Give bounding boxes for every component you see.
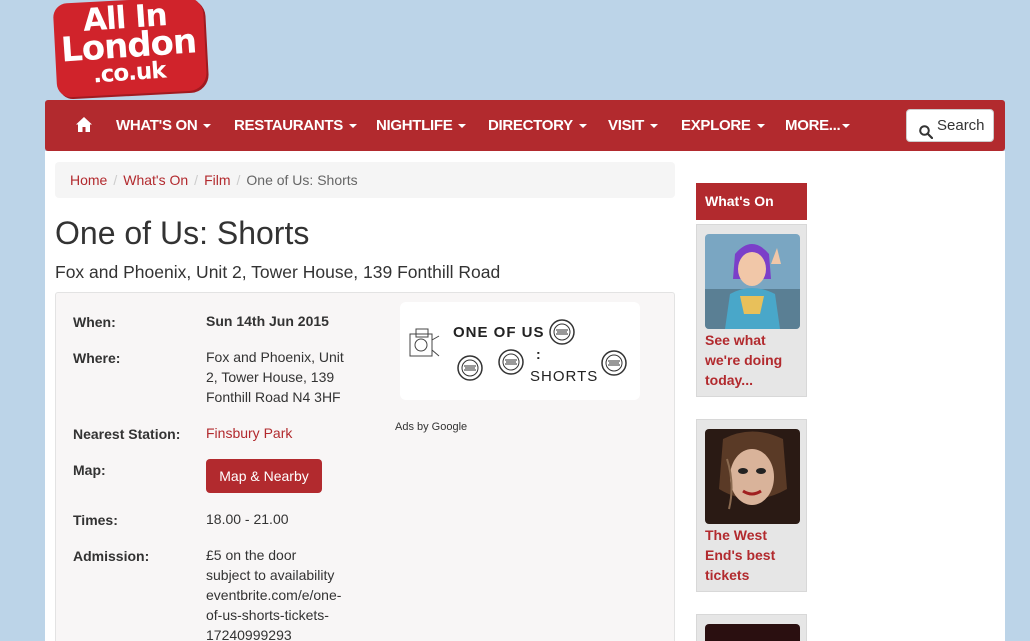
when-label: When: — [73, 314, 116, 330]
reel-icon — [601, 350, 627, 376]
reel-icon — [498, 349, 524, 375]
main-container: Home / What's On / Film / One of Us: Shorts On… — [45, 151, 1005, 641]
sidebar-card[interactable] — [696, 614, 807, 641]
nav-visit-label: VISIT — [608, 117, 645, 134]
nav-whats-on[interactable]: WHAT'S ON — [116, 100, 212, 151]
sidebar-card-caption[interactable]: See what we're doing today... — [705, 330, 800, 390]
search-button-label: Search — [937, 117, 985, 134]
breadcrumb: Home / What's On / Film / One of Us: Shorts — [55, 162, 675, 198]
main-navbar: WHAT'S ON RESTAURANTS NIGHTLIFE DIRECTOR… — [45, 100, 1005, 151]
sidebar-card-photo — [705, 624, 800, 641]
nav-restaurants-label: RESTAURANTS — [234, 117, 343, 134]
admission-line: of-us-shorts-tickets- — [206, 607, 329, 623]
breadcrumb-separator: / — [236, 172, 241, 188]
where-label: Where: — [73, 350, 121, 366]
map-nearby-button[interactable]: Map & Nearby — [206, 459, 322, 493]
sidebar-card[interactable]: The West End's best tickets — [696, 419, 807, 592]
admission-label: Admission: — [73, 548, 150, 564]
search-icon — [919, 119, 934, 140]
when-value: Sun 14th Jun 2015 — [206, 313, 329, 329]
camera-sketch-icon — [409, 328, 440, 357]
caret-down-icon — [348, 124, 357, 129]
sidebar-card-caption[interactable]: The West End's best tickets — [705, 525, 800, 585]
caret-down-icon — [650, 124, 659, 129]
image-text-shorts: SHORTS — [530, 368, 599, 385]
site-logo[interactable]: All In London .co.uk — [52, 0, 208, 98]
reel-icon — [457, 355, 483, 381]
admission-line: 17240999293 — [206, 627, 292, 641]
search-button[interactable]: Search — [906, 109, 994, 142]
admission-value: £5 on the door subject to availability e… — [206, 545, 366, 641]
nav-whats-on-label: WHAT'S ON — [116, 117, 198, 134]
nav-more-label: MORE... — [785, 117, 841, 134]
caret-down-icon — [756, 124, 765, 129]
station-link[interactable]: Finsbury Park — [206, 425, 292, 441]
cosplay-photo — [705, 234, 800, 329]
nav-nightlife-label: NIGHTLIFE — [376, 117, 453, 134]
logo-text-domain: .co.uk — [92, 57, 167, 89]
page-title: One of Us: Shorts — [55, 215, 310, 251]
breadcrumb-separator: / — [194, 172, 199, 188]
ads-by-google[interactable]: Ads by Google — [395, 421, 467, 433]
caret-down-icon — [578, 124, 587, 129]
breadcrumb-current: One of Us: Shorts — [246, 172, 358, 188]
times-value: 18.00 - 21.00 — [206, 511, 289, 527]
nav-directory[interactable]: DIRECTORY — [488, 100, 587, 151]
station-label: Nearest Station: — [73, 426, 181, 442]
caret-down-icon — [458, 124, 467, 129]
admission-line: eventbrite.com/e/one- — [206, 587, 342, 603]
nav-nightlife[interactable]: NIGHTLIFE — [376, 100, 467, 151]
where-value: Fox and Phoenix, Unit 2, Tower House, 13… — [206, 349, 344, 405]
caret-down-icon — [842, 124, 851, 129]
caret-down-icon — [203, 124, 212, 129]
event-details-panel: When: Sun 14th Jun 2015 Where: Fox and P… — [55, 292, 675, 641]
breadcrumb-whats-on[interactable]: What's On — [123, 172, 188, 188]
image-text-colon: : — [536, 346, 541, 362]
breadcrumb-separator: / — [113, 172, 118, 188]
times-label: Times: — [73, 512, 118, 528]
admission-line: £5 on the door — [206, 547, 297, 563]
reel-icon — [549, 319, 575, 345]
nav-explore[interactable]: EXPLORE — [681, 100, 765, 151]
nav-restaurants[interactable]: RESTAURANTS — [234, 100, 357, 151]
image-text-one-of-us: ONE OF US — [453, 324, 545, 341]
admission-line: subject to availability — [206, 567, 335, 583]
show-poster-photo — [705, 429, 800, 524]
breadcrumb-film[interactable]: Film — [204, 172, 230, 188]
breadcrumb-home[interactable]: Home — [70, 172, 107, 188]
nav-more[interactable]: MORE... — [785, 100, 851, 151]
home-icon[interactable] — [75, 116, 95, 136]
nav-visit[interactable]: VISIT — [608, 100, 659, 151]
map-label: Map: — [73, 462, 106, 478]
sidebar-card[interactable]: See what we're doing today... — [696, 224, 807, 397]
nav-explore-label: EXPLORE — [681, 117, 751, 134]
venue-subtitle: Fox and Phoenix, Unit 2, Tower House, 13… — [55, 262, 501, 282]
station-value: Finsbury Park — [206, 423, 356, 443]
event-image: ONE OF US : SHORTS — [400, 302, 640, 400]
nav-directory-label: DIRECTORY — [488, 117, 573, 134]
sidebar-heading: What's On — [696, 183, 807, 220]
